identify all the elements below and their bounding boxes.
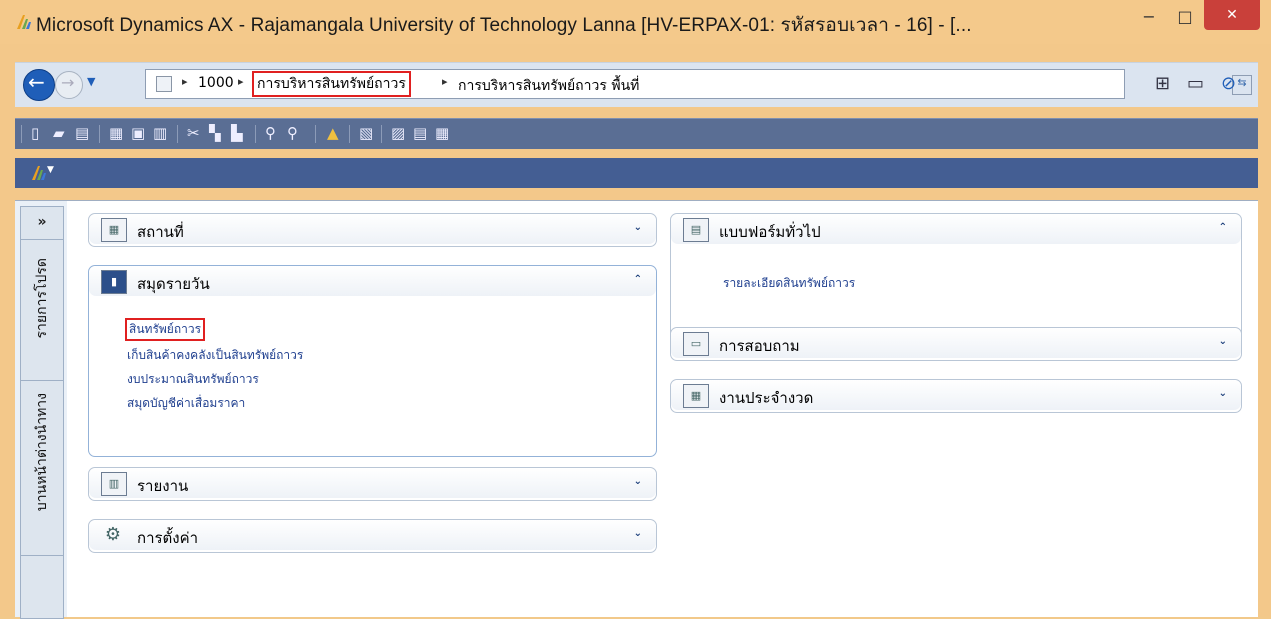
location-panel-header[interactable]: ▦ สถานที่ ⌄ bbox=[89, 214, 656, 244]
window-icon[interactable]: ▭ bbox=[1187, 73, 1204, 94]
toolbar-divider bbox=[177, 125, 178, 143]
list-icon[interactable]: ▤ bbox=[413, 125, 429, 141]
chevron-down-icon[interactable]: ⌄ bbox=[634, 528, 642, 539]
link-fixed-assets[interactable]: สินทรัพย์ถาวร bbox=[125, 318, 206, 341]
layout-icon[interactable]: ⊞ bbox=[1155, 73, 1170, 94]
link-depreciation-books[interactable]: สมุดบัญชีค่าเสื่อมราคา bbox=[127, 394, 245, 413]
app-window: Microsoft Dynamics AX - Rajamangala Univ… bbox=[0, 0, 1271, 619]
calculator-icon[interactable]: ▦ bbox=[435, 125, 451, 141]
journals-panel: ▮ สมุดรายวัน ⌃ สินทรัพย์ถาวร เก็บสินค้าค… bbox=[88, 265, 657, 457]
periodic-panel-title: งานประจำงวด bbox=[719, 389, 814, 407]
navigation-pane: » รายการโปรด บานหน้าต่างนำทาง bbox=[20, 206, 64, 619]
common-forms-panel: ▤ แบบฟอร์มทั่วไป ⌃ รายละเอียดสินทรัพย์ถา… bbox=[670, 213, 1242, 343]
location-panel-title: สถานที่ bbox=[137, 223, 184, 241]
back-arrow-icon: ← bbox=[28, 70, 45, 94]
toolbar-divider bbox=[255, 125, 256, 143]
print-icon[interactable]: ▦ bbox=[109, 125, 125, 141]
ax-menu-bar: ▼ bbox=[15, 158, 1258, 188]
maximize-button[interactable]: □ bbox=[1168, 4, 1202, 30]
inquiries-panel[interactable]: ▭ การสอบถาม ⌄ bbox=[670, 327, 1242, 361]
forward-arrow-icon: → bbox=[61, 73, 75, 92]
save-icon[interactable]: ▤ bbox=[75, 125, 91, 141]
copy-icon[interactable]: ▚ bbox=[209, 125, 225, 141]
form-window-icon: ▤ bbox=[683, 218, 709, 242]
favorites-tab[interactable]: รายการโปรด bbox=[21, 240, 63, 381]
chevron-down-icon[interactable]: ⌄ bbox=[634, 222, 642, 233]
journals-panel-header[interactable]: ▮ สมุดรายวัน ⌃ bbox=[89, 266, 656, 296]
ax-menu-icon[interactable] bbox=[31, 165, 47, 181]
toolbar-divider bbox=[315, 125, 316, 143]
breadcrumb-separator-icon: ▸ bbox=[182, 75, 188, 88]
settings-panel[interactable]: ⚙ การตั้งค่า ⌄ bbox=[88, 519, 657, 553]
main-toolbar: ▯ ▰ ▤ ▦ ▣ ▥ ✂ ▚ ▙ ⚲ ⚲ ▲ ▧ ▨ ▤ ▦ bbox=[15, 118, 1258, 149]
ax-menu-dropdown-icon[interactable]: ▼ bbox=[47, 165, 54, 175]
periodic-panel[interactable]: ▦ งานประจำงวด ⌄ bbox=[670, 379, 1242, 413]
chevron-up-icon[interactable]: ⌃ bbox=[634, 274, 642, 285]
open-folder-icon[interactable]: ▰ bbox=[53, 125, 69, 141]
forward-button[interactable]: → bbox=[55, 71, 83, 99]
title-bar: Microsoft Dynamics AX - Rajamangala Univ… bbox=[0, 0, 1271, 44]
form-icon[interactable]: ▧ bbox=[359, 125, 375, 141]
report-chart-icon: ▥ bbox=[101, 472, 127, 496]
inquiries-panel-header[interactable]: ▭ การสอบถาม ⌄ bbox=[671, 328, 1241, 358]
area-page: ▦ สถานที่ ⌄ ▮ สมุดรายวัน ⌃ สินทรัพย์ถาวร… bbox=[67, 201, 1258, 617]
minimize-button[interactable]: − bbox=[1132, 4, 1166, 30]
chevron-down-icon[interactable]: ⌄ bbox=[1219, 388, 1227, 399]
chart-icon[interactable]: ▨ bbox=[391, 125, 407, 141]
chevron-down-icon[interactable]: ⌄ bbox=[1219, 336, 1227, 347]
alert-icon[interactable]: ▲ bbox=[327, 125, 343, 141]
settings-panel-header[interactable]: ⚙ การตั้งค่า ⌄ bbox=[89, 520, 656, 550]
new-document-icon[interactable]: ▯ bbox=[31, 125, 47, 141]
reports-panel-header[interactable]: ▥ รายงาน ⌄ bbox=[89, 468, 656, 498]
reports-panel[interactable]: ▥ รายงาน ⌄ bbox=[88, 467, 657, 501]
dynamics-logo-icon bbox=[17, 15, 31, 29]
navigation-pane-tab[interactable]: บานหน้าต่างนำทาง bbox=[21, 381, 63, 556]
history-dropdown-icon[interactable]: ▼ bbox=[87, 75, 95, 88]
inquiry-folder-icon: ▭ bbox=[683, 332, 709, 356]
link-fixed-asset-details[interactable]: รายละเอียดสินทรัพย์ถาวร bbox=[723, 274, 855, 293]
print-preview-icon[interactable]: ▣ bbox=[131, 125, 147, 141]
toolbar-divider bbox=[21, 125, 22, 143]
close-button[interactable]: ✕ bbox=[1204, 0, 1260, 30]
periodic-calendar-icon: ▦ bbox=[683, 384, 709, 408]
journals-panel-title: สมุดรายวัน bbox=[137, 275, 210, 293]
favorites-tab-label: รายการโปรด bbox=[34, 258, 50, 339]
settings-panel-title: การตั้งค่า bbox=[137, 529, 199, 547]
location-panel[interactable]: ▦ สถานที่ ⌄ bbox=[88, 213, 657, 247]
expand-nav-button[interactable]: » bbox=[21, 207, 63, 240]
navigation-pane-tab-label: บานหน้าต่างนำทาง bbox=[34, 393, 50, 512]
link-fixed-asset-budgets[interactable]: งบประมาณสินทรัพย์ถาวร bbox=[127, 370, 259, 389]
link-inventory-to-fixed-assets[interactable]: เก็บสินค้าคงคลังเป็นสินทรัพย์ถาวร bbox=[127, 346, 303, 365]
address-bar-row: ← → ▼ ▸ 1000 ▸ การบริหารสินทรัพย์ถาวร ▸ … bbox=[15, 62, 1258, 107]
find-icon[interactable]: ⚲ bbox=[265, 125, 281, 141]
toolbar-divider bbox=[99, 125, 100, 143]
cut-icon[interactable]: ✂ bbox=[187, 125, 203, 141]
journal-book-icon: ▮ bbox=[101, 270, 127, 294]
chevron-down-icon[interactable]: ⌄ bbox=[634, 476, 642, 487]
breadcrumb-separator-icon: ▸ bbox=[238, 75, 244, 88]
breadcrumb-area-page[interactable]: การบริหารสินทรัพย์ถาวร พื้นที่ bbox=[458, 75, 639, 97]
toolbar-divider bbox=[381, 125, 382, 143]
table-grid-icon: ▦ bbox=[101, 218, 127, 242]
gears-icon: ⚙ bbox=[104, 524, 122, 545]
common-forms-panel-title: แบบฟอร์มทั่วไป bbox=[719, 223, 821, 241]
inquiries-panel-title: การสอบถาม bbox=[719, 337, 800, 355]
breadcrumb-module[interactable]: การบริหารสินทรัพย์ถาวร bbox=[252, 71, 411, 97]
content-area: » รายการโปรด บานหน้าต่างนำทาง ▦ สถานที่ … bbox=[15, 200, 1258, 619]
common-forms-panel-header[interactable]: ▤ แบบฟอร์มทั่วไป ⌃ bbox=[671, 214, 1241, 244]
toolbar-divider bbox=[349, 125, 350, 143]
window-title: Microsoft Dynamics AX - Rajamangala Univ… bbox=[36, 15, 972, 36]
find-next-icon[interactable]: ⚲ bbox=[287, 125, 303, 141]
paste-icon[interactable]: ▙ bbox=[231, 125, 247, 141]
breadcrumb-company[interactable]: 1000 bbox=[198, 75, 234, 91]
document-icon[interactable]: ▥ bbox=[153, 125, 169, 141]
grid-icon bbox=[156, 76, 172, 92]
back-button[interactable]: ← bbox=[23, 69, 55, 101]
reports-panel-title: รายงาน bbox=[137, 477, 189, 495]
breadcrumb-separator-icon: ▸ bbox=[442, 75, 448, 88]
chevron-up-icon[interactable]: ⌃ bbox=[1219, 222, 1227, 233]
periodic-panel-header[interactable]: ▦ งานประจำงวด ⌄ bbox=[671, 380, 1241, 410]
address-box[interactable]: ▸ 1000 ▸ การบริหารสินทรัพย์ถาวร ▸ การบริ… bbox=[145, 69, 1252, 99]
help-icon[interactable]: ⊘ bbox=[1221, 73, 1236, 94]
